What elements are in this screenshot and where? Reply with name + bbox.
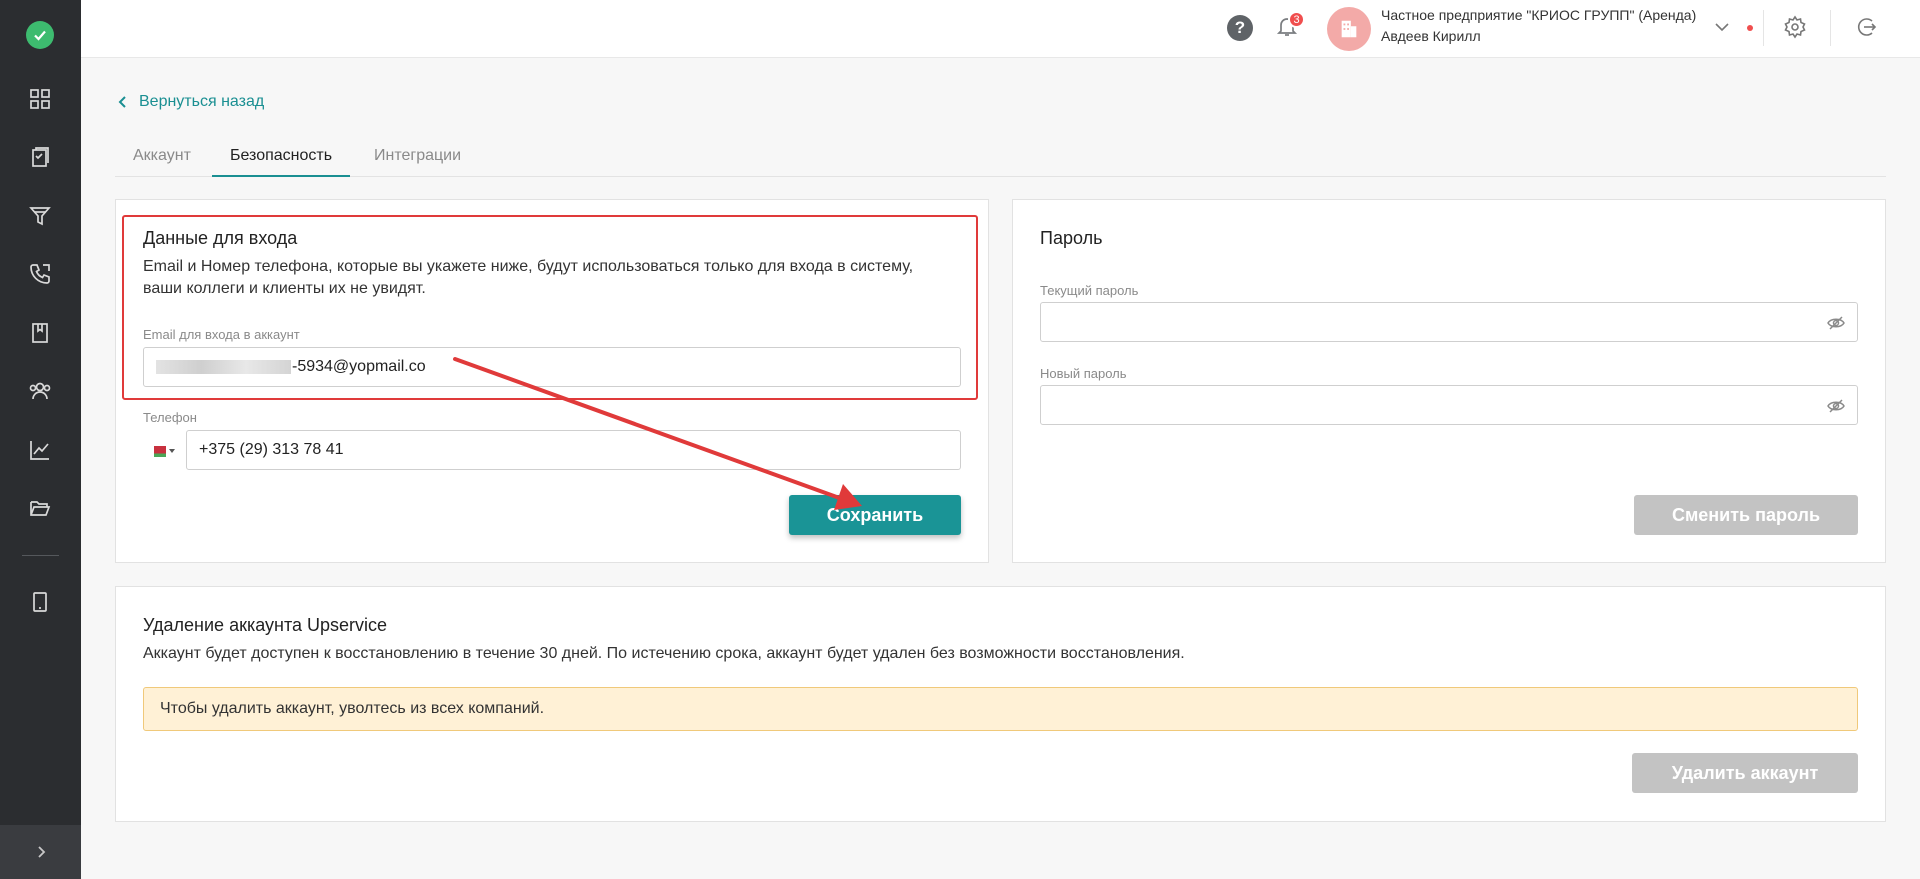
phone-label: Телефон: [143, 410, 197, 425]
change-password-button[interactable]: Сменить пароль: [1634, 495, 1858, 535]
folder-icon[interactable]: [27, 495, 53, 521]
status-dot: [1747, 25, 1753, 31]
company-avatar[interactable]: [1327, 7, 1371, 51]
chevron-down-icon[interactable]: [1713, 18, 1731, 36]
sidebar: [0, 0, 81, 879]
user-name[interactable]: Авдеев Кирилл: [1381, 28, 1481, 44]
caret-down-icon: [169, 449, 175, 453]
delete-account-description: Аккаунт будет доступен к восстановлению …: [143, 645, 1185, 662]
login-data-description-line1: Email и Номер телефона, которые вы укаже…: [143, 258, 914, 275]
users-icon[interactable]: [27, 378, 53, 404]
eye-off-icon[interactable]: [1827, 397, 1845, 415]
login-data-description-line2: ваши коллеги и клиенты их не увидят.: [143, 280, 426, 297]
header-separator: [1830, 10, 1831, 46]
email-label: Email для входа в аккаунт: [143, 327, 300, 342]
eye-off-icon[interactable]: [1827, 314, 1845, 332]
tablet-icon[interactable]: [27, 589, 53, 615]
chevron-right-icon: [37, 846, 45, 858]
header-separator: [1763, 10, 1764, 46]
save-button[interactable]: Сохранить: [789, 495, 961, 535]
building-icon: [1341, 20, 1357, 38]
tab-security[interactable]: Безопасность: [212, 140, 351, 177]
notifications-badge: 3: [1288, 11, 1305, 28]
gear-icon[interactable]: [1783, 15, 1809, 41]
country-flag-selector[interactable]: [151, 445, 175, 457]
logout-icon[interactable]: [1854, 15, 1880, 41]
funnel-icon[interactable]: [27, 203, 53, 229]
current-password-field[interactable]: [1040, 302, 1858, 342]
email-field[interactable]: -5934@yopmail.co: [143, 347, 961, 387]
password-title: Пароль: [1040, 228, 1103, 248]
delete-account-warning: Чтобы удалить аккаунт, уволтесь из всех …: [143, 687, 1858, 731]
chevron-left-icon: [118, 96, 126, 108]
book-icon[interactable]: [27, 320, 53, 346]
app-logo-check-icon[interactable]: [26, 21, 54, 49]
help-icon[interactable]: ?: [1227, 15, 1253, 41]
new-password-field[interactable]: [1040, 385, 1858, 425]
delete-account-button[interactable]: Удалить аккаунт: [1632, 753, 1858, 793]
phone-icon[interactable]: [27, 261, 53, 287]
login-data-title: Данные для входа: [143, 228, 298, 248]
chart-icon[interactable]: [27, 437, 53, 463]
tab-account[interactable]: Аккаунт: [115, 140, 209, 177]
redacted-email-part: [156, 360, 291, 374]
tab-integrations[interactable]: Интеграции: [356, 140, 479, 177]
back-link-label: Вернуться назад: [139, 93, 265, 110]
delete-account-title: Удаление аккаунта Upservice: [143, 615, 388, 635]
phone-value: +375 (29) 313 78 41: [199, 441, 344, 458]
back-link[interactable]: Вернуться назад: [117, 93, 264, 111]
settings-tabs: Аккаунт Безопасность Интеграции: [115, 140, 1886, 177]
documents-icon[interactable]: [27, 144, 53, 170]
sidebar-divider: [22, 555, 59, 556]
phone-field[interactable]: +375 (29) 313 78 41: [186, 430, 961, 470]
company-name[interactable]: Частное предприятие "КРИОС ГРУПП" (Аренд…: [1381, 7, 1696, 23]
new-password-label: Новый пароль: [1040, 366, 1127, 381]
email-value: -5934@yopmail.co: [292, 358, 426, 375]
belarus-flag-icon: [151, 445, 166, 457]
dashboard-icon[interactable]: [27, 86, 53, 112]
current-password-label: Текущий пароль: [1040, 283, 1139, 298]
sidebar-expand-button[interactable]: [0, 825, 81, 879]
